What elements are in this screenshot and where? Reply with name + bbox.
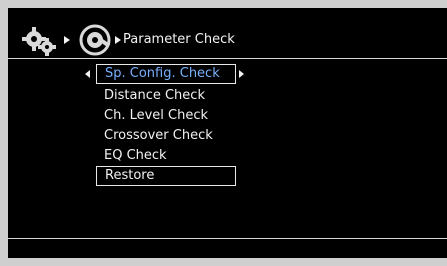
breadcrumb-arrow-icon [64, 36, 70, 44]
menu-item-label: Restore [105, 168, 155, 183]
menu-item-crossover-check[interactable]: Crossover Check [96, 126, 256, 146]
menu-item-label: Sp. Config. Check [105, 66, 220, 81]
breadcrumb-arrow-icon [115, 36, 121, 44]
menu-item-label: Ch. Level Check [104, 108, 209, 123]
divider [8, 238, 447, 239]
test-icon [79, 24, 111, 56]
menu-item-label: EQ Check [104, 148, 167, 163]
divider [8, 58, 447, 59]
menu-item-distance-check[interactable]: Distance Check [96, 86, 256, 106]
osd-screen: Parameter Check Sp. Config. Check Distan… [8, 8, 447, 258]
menu-item-label: Distance Check [104, 88, 205, 103]
menu-item-ch-level-check[interactable]: Ch. Level Check [96, 106, 256, 126]
restore-button[interactable]: Restore [96, 166, 236, 186]
menu-item-sp-config-check[interactable]: Sp. Config. Check [85, 64, 244, 84]
right-arrow-icon [239, 70, 244, 78]
menu-item-eq-check[interactable]: EQ Check [96, 146, 256, 166]
gear-icon [22, 27, 56, 56]
left-arrow-icon [85, 70, 90, 78]
page-title: Parameter Check [123, 32, 235, 47]
menu-item-label: Crossover Check [104, 128, 213, 143]
parameter-check-menu: Sp. Config. Check Distance Check Ch. Lev… [85, 64, 256, 186]
header: Parameter Check [8, 20, 447, 62]
